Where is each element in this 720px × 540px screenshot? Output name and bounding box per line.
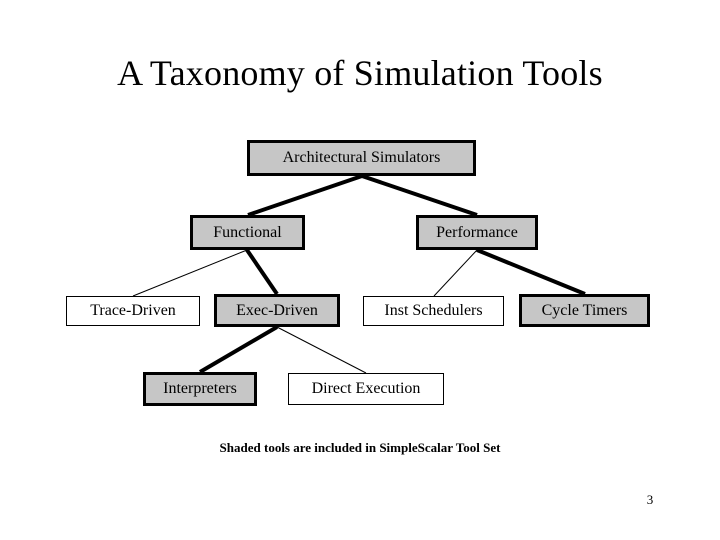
diagram-edge-performance-to-cycle-timers (476, 248, 586, 296)
diagram-node-trace-driven: Trace-Driven (66, 296, 200, 326)
diagram-node-label: Cycle Timers (541, 301, 628, 319)
diagram-node-cycle-timers: Cycle Timers (519, 294, 650, 327)
diagram-edge-architectural-simulators-to-performance (361, 174, 478, 217)
diagram-node-functional: Functional (190, 215, 305, 250)
taxonomy-diagram: Architectural Simulators Functional Perfor… (0, 0, 720, 540)
diagram-node-direct-execution: Direct Execution (288, 373, 444, 405)
diagram-node-interpreters: Interpreters (143, 372, 257, 406)
diagram-node-inst-schedulers: Inst Schedulers (363, 296, 504, 326)
diagram-edge-functional-to-exec-driven (245, 248, 279, 296)
diagram-edge-exec-driven-to-direct-execution (276, 326, 367, 374)
diagram-node-label: Interpreters (163, 380, 237, 397)
diagram-edge-exec-driven-to-interpreters (198, 325, 279, 374)
diagram-node-label: Direct Execution (311, 380, 421, 397)
diagram-edge-performance-to-inst-schedulers (433, 249, 478, 297)
diagram-edge-architectural-simulators-to-functional (247, 174, 363, 217)
page-number: 3 (646, 492, 654, 507)
diagram-node-label: Inst Schedulers (384, 302, 483, 319)
diagram-node-label: Trace-Driven (90, 302, 176, 319)
diagram-node-architectural-simulators: Architectural Simulators (247, 140, 476, 176)
diagram-edges (132, 174, 586, 374)
diagram-node-label: Functional (213, 223, 282, 241)
diagram-node-label: Architectural Simulators (282, 149, 441, 166)
diagram-node-performance: Performance (416, 215, 538, 250)
slide-canvas: A Taxonomy of Simulation Tools Architect… (0, 0, 720, 540)
diagram-caption: Shaded tools are included in SimpleScala… (219, 440, 501, 455)
diagram-node-exec-driven: Exec-Driven (214, 294, 340, 327)
diagram-edge-functional-to-trace-driven (132, 249, 248, 297)
diagram-node-label: Exec-Driven (236, 301, 318, 319)
diagram-node-label: Performance (436, 223, 518, 241)
